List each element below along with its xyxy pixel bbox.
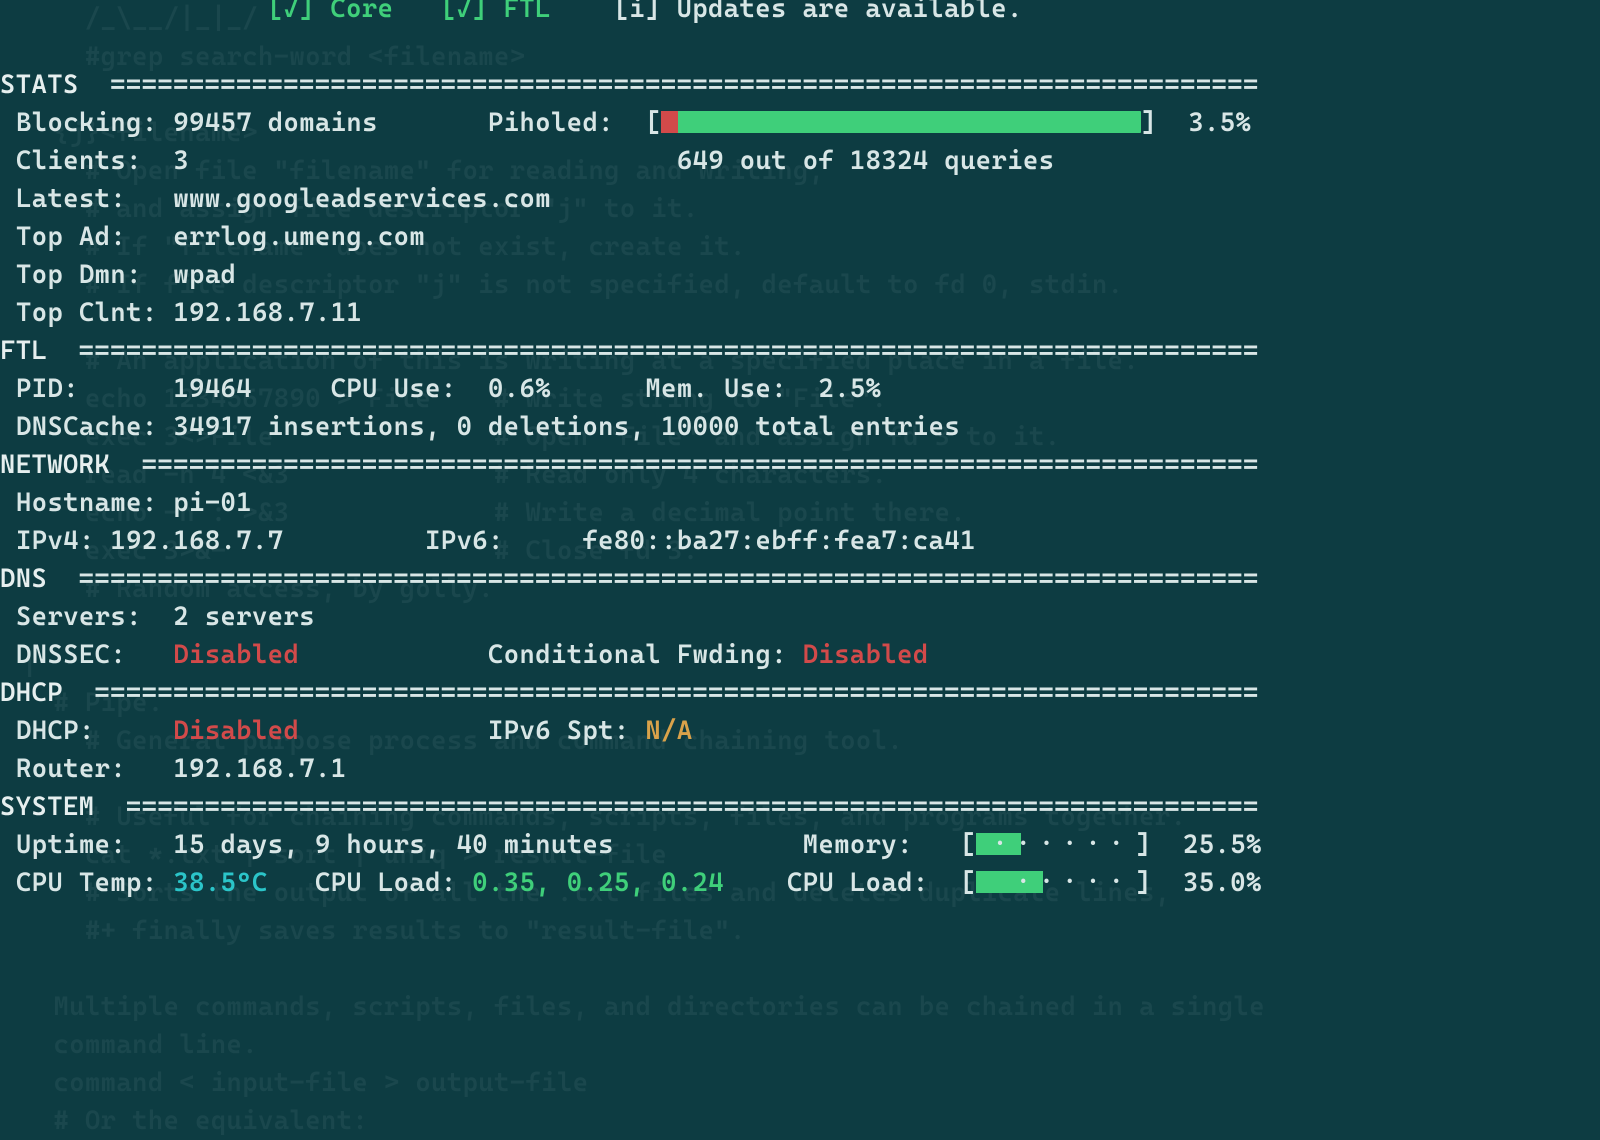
stats-topdmn-row: Top Dmn: wpad: [0, 256, 1600, 294]
cpu-label: CPU Use:: [331, 374, 457, 404]
ipv4-label: IPv4:: [16, 526, 95, 556]
pid-value: 19464: [173, 374, 252, 404]
cpu-pct: 35.0%: [1183, 868, 1262, 898]
dnssec-value: Disabled: [173, 640, 299, 670]
topad-label: Top Ad:: [16, 222, 126, 252]
memory-bar: ······: [976, 833, 1136, 855]
topclnt-value: 192.168.7.11: [173, 298, 362, 328]
stats-clients-row: Clients: 3 649 out of 18324 queries: [0, 142, 1600, 180]
dhcp-value: Disabled: [173, 716, 299, 746]
dhcp-router-row: Router: 192.168.7.1: [0, 750, 1600, 788]
temp-label: CPU Temp:: [16, 868, 158, 898]
dns-servers-row: Servers: 2 servers: [0, 598, 1600, 636]
memory-pct: 25.5%: [1183, 830, 1262, 860]
section-system: SYSTEM =================================…: [0, 788, 1600, 826]
topdmn-label: Top Dmn:: [16, 260, 142, 290]
pid-label: PID:: [16, 374, 79, 404]
load-label: CPU Load:: [315, 868, 457, 898]
system-cpu-row: CPU Temp: 38.5°C CPU Load: 0.35, 0.25, 0…: [0, 864, 1600, 902]
network-ip-row: IPv4: 192.168.7.7 IPv6: fe80::ba27:ebff:…: [0, 522, 1600, 560]
topad-value: errlog.umeng.com: [173, 222, 425, 252]
load-values: 0.35, 0.25, 0.24: [472, 868, 724, 898]
cpu-value: 0.6%: [488, 374, 551, 404]
load2-label: CPU Load:: [787, 868, 929, 898]
piholed-bar-blocked: [661, 111, 678, 133]
section-ftl: FTL ====================================…: [0, 332, 1600, 370]
ipv6spt-label: IPv6 Spt:: [488, 716, 630, 746]
ipv6-value: fe80::ba27:ebff:fea7:ca41: [582, 526, 975, 556]
latest-label: Latest:: [16, 184, 126, 214]
blocking-value: 99457 domains: [173, 108, 378, 138]
blocking-label: Blocking:: [16, 108, 158, 138]
header-status-line: ................[✓] Core [✓] FTL [i] Upd…: [0, 0, 1600, 28]
cfwd-label: Conditional Fwding:: [488, 640, 787, 670]
dnscache-label: DNSCache:: [16, 412, 158, 442]
latest-value: www.googleadservices.com: [173, 184, 551, 214]
cpu-bar: ·····: [976, 871, 1136, 893]
system-uptime-row: Uptime: 15 days, 9 hours, 40 minutes Mem…: [0, 826, 1600, 864]
uptime-value: 15 days, 9 hours, 40 minutes: [173, 830, 614, 860]
stats-blocking-row: Blocking: 99457 domains Piholed: [] 3.5%: [0, 104, 1600, 142]
piholed-bar: [661, 111, 1141, 133]
dhcp-row1: DHCP: Disabled IPv6 Spt: N/A: [0, 712, 1600, 750]
clients-value: 3: [173, 146, 189, 176]
dhcp-label: DHCP:: [16, 716, 95, 746]
ipv4-value: 192.168.7.7: [110, 526, 283, 556]
piholed-pct: 3.5%: [1188, 108, 1251, 138]
temp-value: 38.5°C: [173, 868, 267, 898]
servers-label: Servers:: [16, 602, 142, 632]
cfwd-value: Disabled: [803, 640, 929, 670]
network-host-row: Hostname: pi-01: [0, 484, 1600, 522]
section-network: NETWORK ================================…: [0, 446, 1600, 484]
memory-label: Memory:: [803, 830, 913, 860]
dnscache-value: 34917 insertions, 0 deletions, 10000 tot…: [173, 412, 960, 442]
stats-latest-row: Latest: www.googleadservices.com: [0, 180, 1600, 218]
stats-topad-row: Top Ad: errlog.umeng.com: [0, 218, 1600, 256]
piholed-detail: 649 out of 18324 queries: [677, 146, 1055, 176]
clients-label: Clients:: [16, 146, 142, 176]
section-dns: DNS ====================================…: [0, 560, 1600, 598]
dns-dnssec-row: DNSSEC: Disabled Conditional Fwding: Dis…: [0, 636, 1600, 674]
topclnt-label: Top Clnt:: [16, 298, 158, 328]
cpu-bar-dots: ·····: [976, 871, 1136, 893]
stats-topclnt-row: Top Clnt: 192.168.7.11: [0, 294, 1600, 332]
hostname-label: Hostname:: [16, 488, 158, 518]
topdmn-value: wpad: [173, 260, 236, 290]
ftl-status: [✓] FTL: [441, 0, 551, 24]
piholed-label: Piholed:: [488, 108, 614, 138]
updates-notice: [i] Updates are available.: [614, 0, 1023, 24]
ftl-dnscache-row: DNSCache: 34917 insertions, 0 deletions,…: [0, 408, 1600, 446]
ipv6spt-value: N/A: [645, 716, 692, 746]
mem-label: Mem. Use:: [645, 374, 787, 404]
section-dhcp: DHCP ===================================…: [0, 674, 1600, 712]
memory-bar-dots: ······: [976, 833, 1136, 855]
uptime-label: Uptime:: [16, 830, 126, 860]
servers-value: 2 servers: [173, 602, 315, 632]
router-value: 192.168.7.1: [173, 754, 346, 784]
section-stats: STATS ==================================…: [0, 66, 1600, 104]
ftl-row1: PID: 19464 CPU Use: 0.6% Mem. Use: 2.5%: [0, 370, 1600, 408]
core-status: [✓] Core: [267, 0, 393, 24]
terminal-screen: ................[✓] Core [✓] FTL [i] Upd…: [0, 0, 1600, 1000]
ipv6-label: IPv6:: [425, 526, 504, 556]
hostname-value: pi-01: [173, 488, 252, 518]
router-label: Router:: [16, 754, 126, 784]
mem-value: 2.5%: [818, 374, 881, 404]
dnssec-label: DNSSEC:: [16, 640, 126, 670]
